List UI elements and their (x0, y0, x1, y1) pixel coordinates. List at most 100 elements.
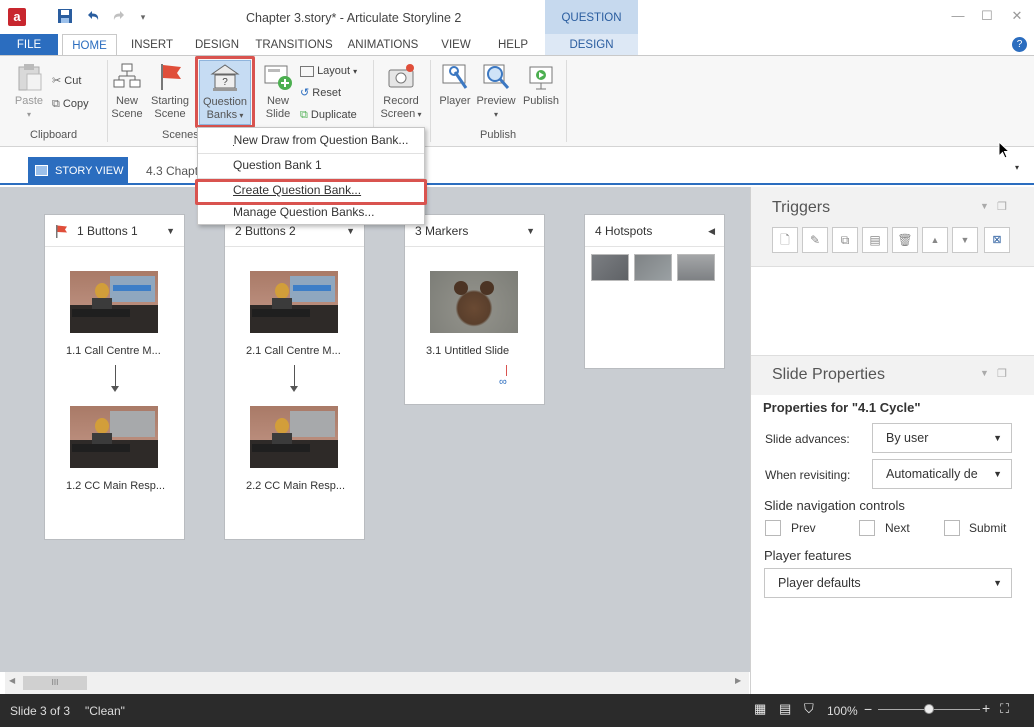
menu-item-new-draw[interactable]: NNew Draw from Question Bank... (233, 133, 409, 147)
slide-thumbnail[interactable] (430, 271, 518, 333)
zoom-in-icon[interactable]: + (982, 700, 990, 716)
help-icon[interactable]: ? (1012, 37, 1027, 52)
scene-header[interactable]: 3 Markers ▼ (405, 215, 544, 247)
player-features-dropdown[interactable]: Player defaults ▼ (764, 568, 1012, 598)
preview-button[interactable]: Preview ▾ (476, 62, 516, 121)
slide-thumbnail[interactable] (70, 271, 158, 333)
slide-thumbnail[interactable] (591, 254, 629, 281)
record-screen-icon (388, 64, 414, 88)
tab-home[interactable]: HOME (62, 34, 117, 56)
move-down-icon[interactable]: ▼ (952, 227, 978, 253)
zoom-slider-thumb[interactable] (924, 704, 934, 714)
scissors-icon: ✂ (52, 75, 62, 87)
new-slide-label-1: New (266, 95, 289, 107)
submit-checkbox[interactable] (944, 520, 960, 536)
layout-icon (300, 65, 314, 77)
next-checkbox[interactable] (859, 520, 875, 536)
paste-trigger-icon[interactable]: ▤ (862, 227, 888, 253)
cut-label: Cut (64, 75, 82, 87)
menu-item-create-question-bank[interactable]: Create Question Bank... (233, 183, 361, 197)
status-bar (0, 694, 1034, 727)
preview-mode-icon[interactable]: ⛉ (804, 701, 814, 717)
scene-title: 3 Markers (415, 224, 469, 238)
redo-icon[interactable] (110, 8, 128, 26)
tab-view[interactable]: VIEW (433, 34, 479, 56)
menu-item-manage-question-banks[interactable]: Manage Question Banks... (233, 205, 374, 219)
undo-icon[interactable] (84, 8, 102, 26)
new-slide-button[interactable]: New Slide (260, 62, 296, 121)
tab-question-design[interactable]: DESIGN (545, 34, 638, 56)
slide-thumbnail[interactable] (250, 271, 338, 333)
tab-animations[interactable]: ANIMATIONS (343, 34, 423, 56)
chevron-down-icon[interactable]: ▼ (166, 215, 175, 247)
scene-card[interactable]: 4 Hotspots ◀ (584, 214, 725, 369)
scroll-right-icon[interactable]: ▶ (735, 676, 741, 685)
app-logo-icon[interactable]: a (8, 8, 26, 26)
when-revisiting-dropdown[interactable]: Automatically de ▼ (872, 459, 1012, 489)
scene-header[interactable]: 1 Buttons 1 ▼ (45, 215, 184, 247)
record-screen-button[interactable]: Record Screen ▾ (378, 62, 424, 121)
panel-restore-icon[interactable]: ❐ (997, 367, 1007, 380)
minimize-icon[interactable]: — (947, 8, 969, 26)
tab-design[interactable]: DESIGN (190, 34, 244, 56)
maximize-icon[interactable]: ☐ (976, 8, 998, 26)
link-icon[interactable]: ∞ (499, 376, 507, 388)
scene-header[interactable]: 4 Hotspots ◀ (585, 215, 724, 247)
new-scene-button[interactable]: New Scene (110, 62, 144, 121)
zoom-out-icon[interactable]: − (864, 701, 872, 717)
copy-label: Copy (62, 98, 89, 110)
delete-trigger-icon[interactable]: 🗑 (892, 227, 918, 253)
paste-button[interactable]: Paste ▾ (12, 62, 46, 121)
panel-menu-icon[interactable]: ▼ (980, 201, 989, 211)
customize-qat-icon[interactable]: ▾ (134, 8, 152, 26)
tab-slide-chapter[interactable]: 4.3 Chapt (140, 157, 200, 185)
chevron-down-icon[interactable]: ▼ (526, 215, 535, 247)
slide-thumbnail[interactable] (634, 254, 672, 281)
tab-insert[interactable]: INSERT (126, 34, 178, 56)
slide-thumbnail[interactable] (70, 406, 158, 468)
chevron-left-icon[interactable]: ◀ (708, 215, 715, 247)
copy-button[interactable]: ⧉ Copy (52, 96, 89, 112)
menu-item-question-bank-1[interactable]: Question Bank 1 (233, 158, 322, 172)
canvas-horizontal-scrollbar[interactable]: ◀ III ▶ (5, 672, 749, 694)
scene-card[interactable]: 3 Markers ▼ 3.1 Untitled Slide ∞ (404, 214, 545, 405)
new-trigger-icon[interactable]: 🗋 (772, 227, 798, 253)
scene-card[interactable]: 2 Buttons 2 ▼ 2.1 Call Centre M... 2.2 C… (224, 214, 365, 540)
slide-label: 1.2 CC Main Resp... (66, 480, 166, 492)
scroll-left-icon[interactable]: ◀ (9, 676, 15, 685)
cut-button[interactable]: ✂ Cut (52, 73, 81, 89)
publish-button[interactable]: Publish (520, 62, 562, 108)
save-icon[interactable] (56, 8, 74, 26)
normal-view-icon[interactable]: ▤ (779, 701, 791, 717)
copy-trigger-icon[interactable]: ⧉ (832, 227, 858, 253)
layout-button[interactable]: Layout ▾ (300, 63, 357, 80)
fit-to-window-icon[interactable]: ⛶ (1000, 701, 1009, 717)
preview-icon (483, 64, 510, 89)
question-banks-button[interactable]: ? Question Banks ▾ (199, 60, 251, 125)
tab-file[interactable]: FILE (0, 34, 58, 56)
slide-advances-dropdown[interactable]: By user ▼ (872, 423, 1012, 453)
starting-scene-button[interactable]: Starting Scene (148, 62, 192, 121)
tab-help[interactable]: HELP (490, 34, 536, 56)
panel-menu-icon[interactable]: ▼ (980, 368, 989, 378)
scrollbar-thumb[interactable]: III (23, 676, 87, 690)
player-button[interactable]: Player (437, 62, 473, 108)
new-scene-label-2: Scene (111, 108, 143, 120)
tab-story-view[interactable]: STORY VIEW (28, 157, 128, 185)
duplicate-button[interactable]: ⧉ Duplicate (300, 107, 357, 123)
submit-label: Submit (969, 521, 1007, 535)
prev-checkbox[interactable] (765, 520, 781, 536)
variables-icon[interactable]: ⊠ (984, 227, 1010, 253)
panel-restore-icon[interactable]: ❐ (997, 200, 1007, 213)
tab-transitions[interactable]: TRANSITIONS (252, 34, 336, 56)
move-up-icon[interactable]: ▲ (922, 227, 948, 253)
close-icon[interactable]: ✕ (1006, 8, 1028, 26)
slide-thumbnail[interactable] (677, 254, 715, 281)
story-view-toggle-icon[interactable]: ▦ (754, 701, 766, 717)
scene-card[interactable]: 1 Buttons 1 ▼ 1.1 Call Centre M... 1.2 C… (44, 214, 185, 540)
reset-button[interactable]: ↺ Reset (300, 85, 341, 101)
tabs-overflow-icon[interactable]: ▾ (1015, 163, 1019, 172)
edit-trigger-icon[interactable]: ✎ (802, 227, 828, 253)
slide-thumbnail[interactable] (250, 406, 338, 468)
theme-name: "Clean" (85, 704, 125, 718)
